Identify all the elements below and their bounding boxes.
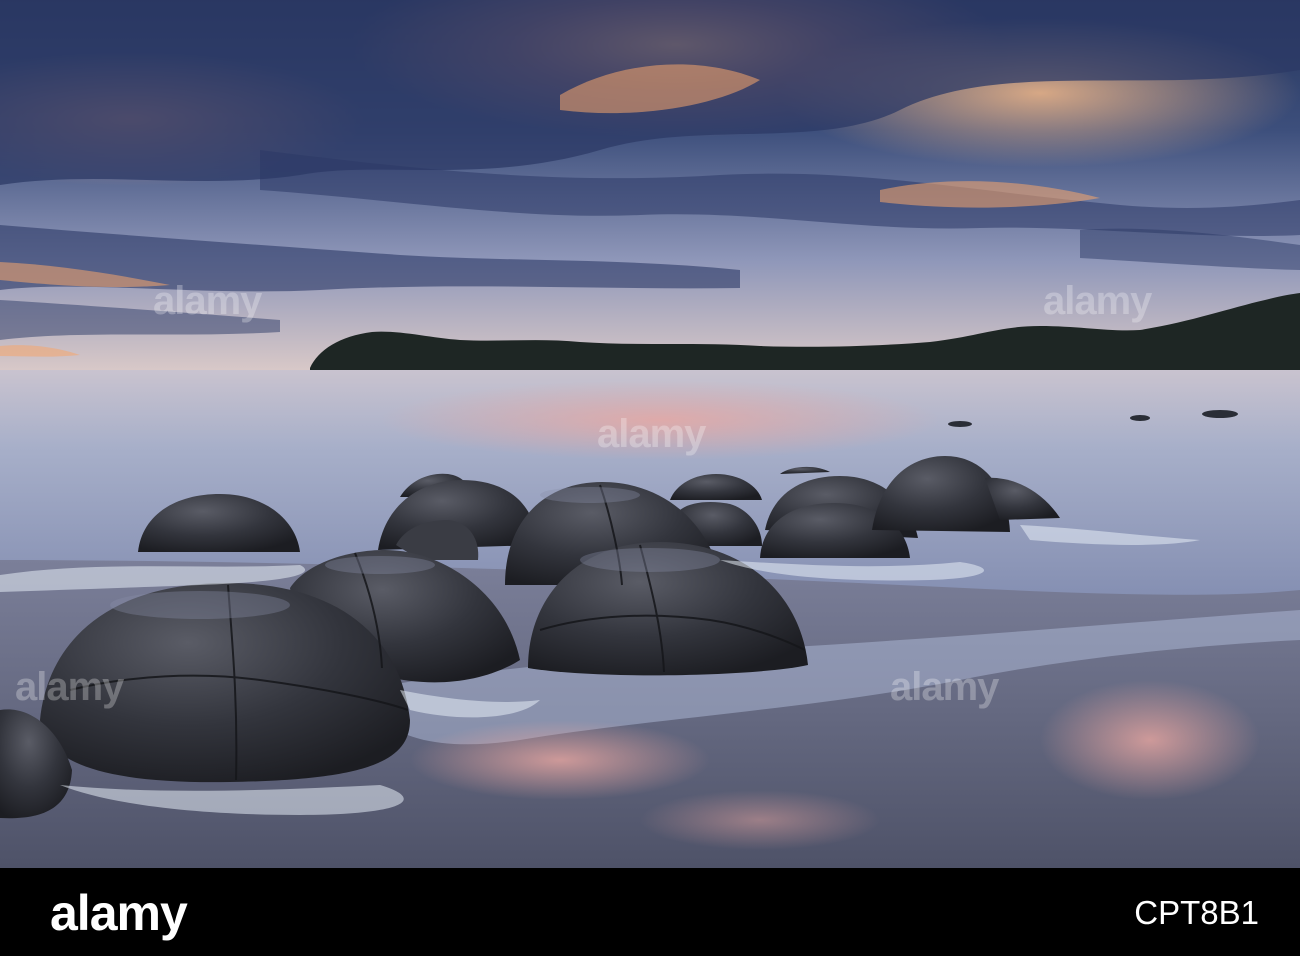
svg-text:alamy: alamy [597,412,707,456]
svg-text:alamy: alamy [890,665,1000,709]
svg-text:alamy: alamy [1043,279,1153,323]
alamy-logo[interactable]: alamy [50,888,188,938]
svg-text:alamy: alamy [153,279,263,323]
footer-bar: alamy CPT8B1 [0,868,1300,956]
stock-photo: alamy alamy alamy alamy alamy [0,0,1300,868]
svg-text:alamy: alamy [15,665,125,709]
image-id: CPT8B1 [1134,894,1259,931]
